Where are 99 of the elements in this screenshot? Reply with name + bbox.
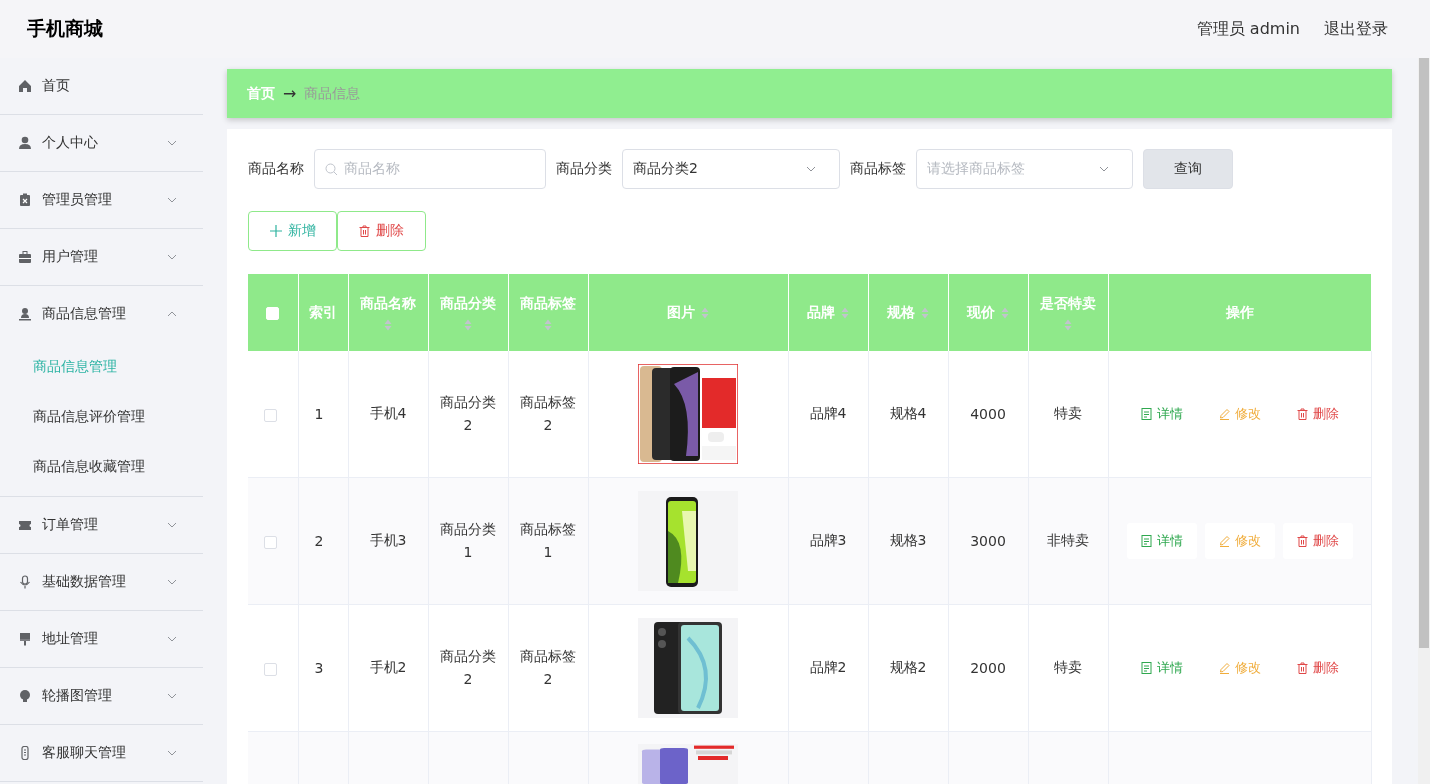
menu-icon <box>18 518 32 532</box>
table-cell: 规格2 <box>889 659 927 675</box>
delete-button[interactable]: 删除 <box>1282 523 1353 559</box>
breadcrumb-item: 商品信息 <box>304 84 361 103</box>
sort-icon[interactable] <box>1064 318 1072 331</box>
table-cell-text: 商品分类2 <box>439 647 497 689</box>
table-cell: 规格3 <box>889 532 927 548</box>
table-cell: 手机3 <box>369 532 407 548</box>
sidebar-item[interactable]: 地址管理 <box>0 611 203 668</box>
menu-icon <box>18 193 32 207</box>
sort-icon[interactable] <box>921 306 929 319</box>
chevron-icon <box>167 750 177 756</box>
table-cell: 3 <box>314 660 324 676</box>
table-cell-text: 商品标签2 <box>519 647 577 689</box>
table-cell: 品牌3 <box>809 532 847 548</box>
sort-icon[interactable] <box>464 318 472 331</box>
menu-icon <box>18 307 32 321</box>
table-cell: 4000 <box>970 406 1006 422</box>
menu-icon <box>18 79 32 93</box>
plus-icon <box>269 225 282 237</box>
menu-icon <box>18 250 32 264</box>
pencil-icon <box>1218 408 1230 420</box>
table-cell: 品牌2 <box>809 659 847 675</box>
table-cell: 特卖 <box>1054 405 1082 421</box>
table-cell: 3000 <box>970 533 1006 549</box>
chevron-icon <box>167 522 177 528</box>
chevron-icon <box>167 140 177 146</box>
document-icon <box>1140 408 1152 420</box>
row-checkbox[interactable] <box>264 662 277 676</box>
delete-button[interactable]: 删除 <box>337 211 426 251</box>
arrow-icon: → <box>283 84 297 103</box>
chevron-icon <box>806 166 816 172</box>
table-cell: 1 <box>314 406 324 422</box>
sidebar-item[interactable]: 基础数据管理 <box>0 554 203 611</box>
sidebar-item[interactable]: 轮播图管理 <box>0 668 203 725</box>
filter-label: 商品名称 <box>248 160 304 178</box>
filter-label: 商品分类 <box>556 160 612 178</box>
view-button[interactable]: 详情 <box>1126 523 1197 559</box>
admin-user-label: 管理员 admin <box>1196 18 1300 40</box>
document-icon <box>1140 662 1152 674</box>
table-cell: 非特卖 <box>1047 532 1089 548</box>
sidebar-item[interactable]: 商品信息管理 <box>0 286 203 342</box>
chevron-icon <box>1099 166 1109 172</box>
chevron-icon <box>167 197 177 203</box>
menu-icon <box>18 689 32 703</box>
table-cell-text: 商品标签1 <box>519 520 577 562</box>
trash-icon <box>1296 535 1308 547</box>
row-checkbox[interactable] <box>264 535 277 549</box>
trash-icon <box>1296 662 1308 674</box>
submenu-item[interactable]: 商品信息评价管理 <box>0 392 203 442</box>
table-cell: 2000 <box>970 660 1006 676</box>
sort-icon[interactable] <box>384 318 392 331</box>
menu-icon <box>18 746 32 760</box>
sidebar-item[interactable]: 客服聊天管理 <box>0 725 203 782</box>
sidebar-item[interactable]: 管理员管理 <box>0 172 203 229</box>
menu-icon <box>18 136 32 150</box>
sidebar-item[interactable]: 用户管理 <box>0 229 203 286</box>
table-cell-text: 商品标签2 <box>519 393 577 435</box>
app-title: 手机商城 <box>27 16 103 41</box>
add-button[interactable]: 新增 <box>248 211 337 251</box>
chevron-icon <box>167 636 177 642</box>
trash-icon <box>1296 408 1308 420</box>
query-button[interactable]: 查询 <box>1143 149 1233 189</box>
table-cell: 品牌4 <box>809 405 847 421</box>
sidebar-item[interactable]: 订单管理 <box>0 497 203 554</box>
submenu-item[interactable]: 商品信息管理 <box>0 342 203 392</box>
document-icon <box>1140 535 1152 547</box>
chevron-icon <box>167 579 177 585</box>
search-icon <box>325 162 338 176</box>
pencil-icon <box>1218 535 1230 547</box>
chevron-icon <box>167 311 177 317</box>
table-cell: 手机2 <box>369 659 407 675</box>
menu-icon <box>18 632 32 646</box>
menu-icon <box>18 575 32 589</box>
submenu-item[interactable]: 商品信息收藏管理 <box>0 442 203 492</box>
chevron-icon <box>167 254 177 260</box>
pencil-icon <box>1218 662 1230 674</box>
chevron-icon <box>167 693 177 699</box>
row-checkbox[interactable] <box>264 408 277 422</box>
column-header: 操作 <box>1225 303 1254 320</box>
sidebar-item[interactable]: 个人中心 <box>0 115 203 172</box>
select-all-checkbox[interactable] <box>266 307 280 320</box>
logout-link[interactable]: 退出登录 <box>1324 18 1388 40</box>
sort-icon[interactable] <box>841 306 849 319</box>
table-cell: 规格4 <box>889 405 927 421</box>
scrollbar[interactable] <box>1418 58 1430 784</box>
table-cell: 手机4 <box>369 405 407 421</box>
trash-icon <box>359 225 370 237</box>
column-header: 索引 <box>309 303 337 320</box>
sidebar-item[interactable]: 首页 <box>0 58 203 115</box>
sort-icon[interactable] <box>1001 306 1009 319</box>
table-cell-text: 商品分类2 <box>439 393 497 435</box>
table-cell: 2 <box>314 533 324 549</box>
table-cell-text: 商品分类1 <box>439 520 497 562</box>
sort-icon[interactable] <box>701 306 709 319</box>
sort-icon[interactable] <box>544 318 552 331</box>
table-cell: 特卖 <box>1054 659 1082 675</box>
filter-label: 商品标签 <box>850 160 906 178</box>
select-field[interactable]: 商品分类2 <box>622 149 840 189</box>
